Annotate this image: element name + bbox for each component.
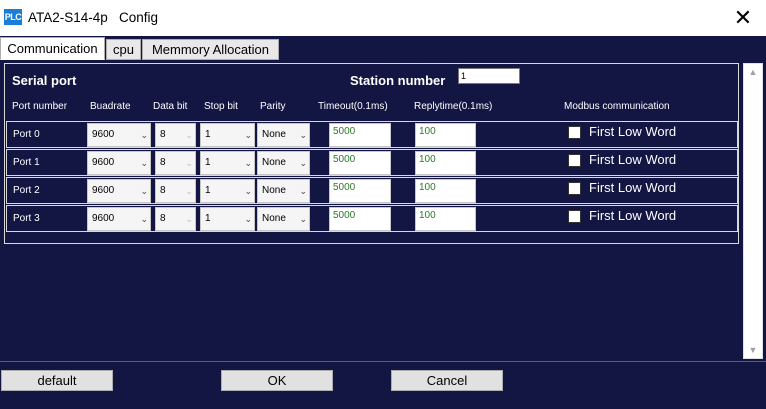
timeout-input[interactable]: 5000 — [329, 207, 391, 231]
chevron-down-icon: ⌄ — [244, 214, 252, 224]
close-icon[interactable]: ✕ — [720, 0, 766, 36]
first-low-word-checkbox[interactable] — [568, 154, 581, 167]
vertical-scrollbar[interactable]: ▲ ▼ — [743, 63, 763, 359]
data-bit-select[interactable]: 8 ⌄ — [155, 151, 196, 175]
first-low-word-checkbox[interactable] — [568, 210, 581, 223]
cancel-button[interactable]: Cancel — [391, 370, 503, 391]
parity-select[interactable]: None ⌄ — [257, 207, 310, 231]
col-header-replytime: Replytime(0.1ms) — [414, 101, 493, 112]
data-bit-select[interactable]: 8 ⌄ — [155, 207, 196, 231]
parity-select[interactable]: None ⌄ — [257, 123, 310, 147]
chevron-down-icon: ⌄ — [244, 130, 252, 140]
chevron-down-icon: ⌄ — [140, 158, 148, 168]
chevron-down-icon: ⌄ — [244, 186, 252, 196]
ok-button[interactable]: OK — [221, 370, 333, 391]
data-bit-select[interactable]: 8 ⌄ — [155, 179, 196, 203]
stop-bit-select[interactable]: 1 ⌄ — [200, 123, 255, 147]
first-low-word-checkbox[interactable] — [568, 126, 581, 139]
default-button[interactable]: default — [1, 370, 113, 391]
title-bar: PLC ATA2-S14-4p Config ✕ — [0, 0, 766, 36]
replytime-input[interactable]: 100 — [415, 151, 476, 175]
parity-select[interactable]: None ⌄ — [257, 179, 310, 203]
first-low-word-label: First Low Word — [589, 124, 677, 139]
chevron-down-icon: ⌄ — [140, 130, 148, 140]
col-header-baudrate: Buadrate — [90, 101, 131, 112]
col-header-stop-bit: Stop bit — [204, 101, 238, 112]
col-header-modbus: Modbus communication — [564, 101, 670, 112]
replytime-input[interactable]: 100 — [415, 179, 476, 203]
col-header-parity: Parity — [260, 101, 286, 112]
scroll-up-icon[interactable]: ▲ — [744, 64, 762, 80]
col-header-data-bit: Data bit — [153, 101, 188, 112]
chevron-down-icon: ⌄ — [185, 130, 193, 140]
stop-bit-select[interactable]: 1 ⌄ — [200, 151, 255, 175]
replytime-input[interactable]: 100 — [415, 207, 476, 231]
port-label: Port 3 — [13, 213, 40, 224]
replytime-input[interactable]: 100 — [415, 123, 476, 147]
chevron-down-icon: ⌄ — [299, 186, 307, 196]
chevron-down-icon: ⌄ — [244, 158, 252, 168]
serial-port-heading: Serial port — [12, 73, 77, 88]
chevron-down-icon: ⌄ — [140, 186, 148, 196]
first-low-word-label: First Low Word — [589, 152, 677, 167]
baudrate-select[interactable]: 9600 ⌄ — [87, 151, 151, 175]
port-label: Port 1 — [13, 157, 40, 168]
window-title: ATA2-S14-4p Config — [28, 10, 159, 25]
data-bit-select[interactable]: 8 ⌄ — [155, 123, 196, 147]
chevron-down-icon: ⌄ — [140, 214, 148, 224]
chevron-down-icon: ⌄ — [299, 158, 307, 168]
chevron-down-icon: ⌄ — [185, 186, 193, 196]
col-header-timeout: Timeout(0.1ms) — [318, 101, 388, 112]
first-low-word-checkbox[interactable] — [568, 182, 581, 195]
tab-memmory-allocation[interactable]: Memmory Allocation — [142, 39, 279, 60]
port-label: Port 0 — [13, 129, 40, 140]
baudrate-select[interactable]: 9600 ⌄ — [87, 207, 151, 231]
timeout-input[interactable]: 5000 — [329, 151, 391, 175]
station-number-input[interactable] — [458, 68, 520, 84]
tab-strip: Communication cpu Memmory Allocation — [0, 36, 766, 60]
chevron-down-icon: ⌄ — [185, 214, 193, 224]
footer-divider — [0, 361, 766, 362]
chevron-down-icon: ⌄ — [299, 130, 307, 140]
baudrate-select[interactable]: 9600 ⌄ — [87, 123, 151, 147]
first-low-word-label: First Low Word — [589, 180, 677, 195]
chevron-down-icon: ⌄ — [185, 158, 193, 168]
stop-bit-select[interactable]: 1 ⌄ — [200, 207, 255, 231]
parity-select[interactable]: None ⌄ — [257, 151, 310, 175]
stop-bit-select[interactable]: 1 ⌄ — [200, 179, 255, 203]
first-low-word-label: First Low Word — [589, 208, 677, 223]
port-label: Port 2 — [13, 185, 40, 196]
station-number-label: Station number — [350, 73, 446, 88]
timeout-input[interactable]: 5000 — [329, 123, 391, 147]
tab-cpu[interactable]: cpu — [106, 39, 141, 60]
scroll-down-icon[interactable]: ▼ — [744, 342, 762, 358]
baudrate-select[interactable]: 9600 ⌄ — [87, 179, 151, 203]
timeout-input[interactable]: 5000 — [329, 179, 391, 203]
plc-app-icon: PLC — [4, 9, 22, 25]
tab-communication[interactable]: Communication — [0, 37, 105, 60]
chevron-down-icon: ⌄ — [299, 214, 307, 224]
col-header-port-number: Port number — [12, 101, 68, 112]
